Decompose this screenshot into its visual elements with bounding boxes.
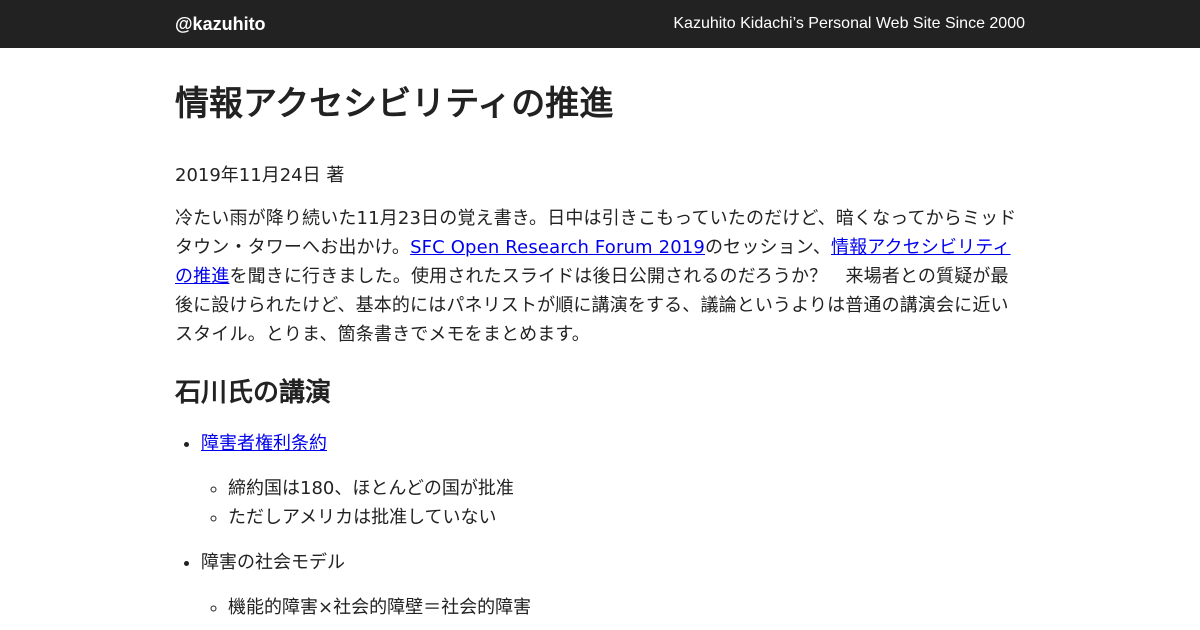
sub-list-item: 締約国は180、ほとんどの国が批准 xyxy=(228,474,1025,503)
site-title-link[interactable]: @kazuhito xyxy=(175,14,266,35)
article: 情報アクセシビリティの推進 2019年11月24日 著 冷たい雨が降り続いた11… xyxy=(175,48,1025,622)
sub-list: 締約国は180、ほとんどの国が批准 ただしアメリカは批准していない xyxy=(201,474,1025,532)
list-item-label: 障害の社会モデル xyxy=(201,552,345,573)
list-item: 障害者権利条約 締約国は180、ほとんどの国が批准 ただしアメリカは批准していな… xyxy=(201,429,1025,532)
article-date: 2019年11月24日 著 xyxy=(175,165,345,186)
article-title: 情報アクセシビリティの推進 xyxy=(175,84,614,124)
crpd-link[interactable]: 障害者権利条約 xyxy=(201,433,327,454)
site-header-inner: @kazuhito Kazuhito Kidachi’s Personal We… xyxy=(175,0,1025,48)
lead-text-3: を聞きに行きました。使用されたスライドは後日公開されるのだろうか？ 来場者との質… xyxy=(175,266,1009,345)
sub-list-item: ただしアメリカは批准していない xyxy=(228,503,1025,532)
sub-list: 機能的障害×社会的障壁＝社会的障害 xyxy=(201,593,1025,622)
site-header: @kazuhito Kazuhito Kidachi’s Personal We… xyxy=(0,0,1200,48)
notes-list: 障害者権利条約 締約国は180、ほとんどの国が批准 ただしアメリカは批准していな… xyxy=(175,429,1025,622)
list-item: 障害の社会モデル 機能的障害×社会的障壁＝社会的障害 xyxy=(201,548,1025,622)
sfc-forum-link[interactable]: SFC Open Research Forum 2019 xyxy=(410,237,705,258)
article-lead-paragraph: 冷たい雨が降り続いた11月23日の覚え書き。日中は引きこもっていたのだけど、暗く… xyxy=(175,204,1025,349)
site-description: Kazuhito Kidachi’s Personal Web Site Sin… xyxy=(673,15,1025,32)
lead-text-2: のセッション、 xyxy=(705,237,831,258)
sub-list-item: 機能的障害×社会的障壁＝社会的障害 xyxy=(228,593,1025,622)
section-heading-ishikawa: 石川氏の講演 xyxy=(175,378,332,408)
